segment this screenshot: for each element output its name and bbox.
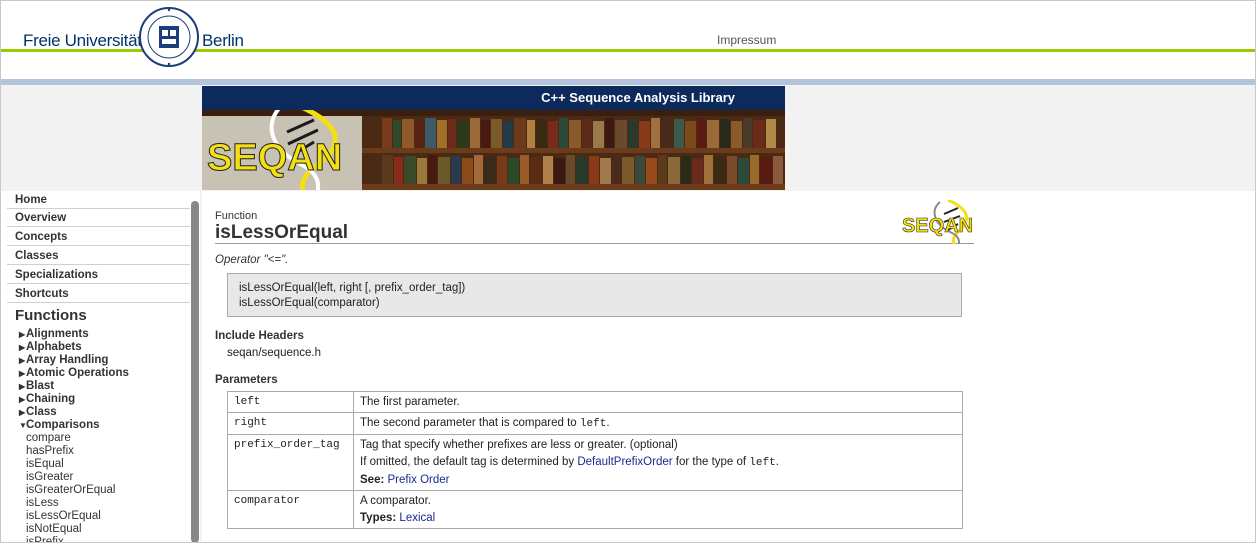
defaultprefixorder-link[interactable]: DefaultPrefixOrder (577, 456, 672, 468)
category-alphabets[interactable]: ▶Alphabets (19, 341, 82, 354)
functions-heading: Functions (15, 307, 87, 324)
category-class[interactable]: ▶Class (19, 406, 57, 419)
function-link-isprefix[interactable]: isPrefix (26, 536, 64, 542)
table-row: prefix_order_tag Tag that specify whethe… (227, 434, 963, 491)
parameters-table: left The first parameter. right The seco… (227, 391, 963, 529)
nav-classes[interactable]: Classes (7, 247, 190, 265)
table-row: comparator A comparator. Types: Lexical (227, 490, 963, 529)
code-reference: left (579, 418, 607, 430)
banner-title-bar: C++ Sequence Analysis Library (202, 86, 785, 110)
parameters-heading: Parameters (215, 374, 278, 386)
function-link-isnotequal[interactable]: isNotEqual (26, 523, 82, 536)
function-link-islessorequal[interactable]: isLessOrEqual (26, 510, 101, 523)
nav-concepts[interactable]: Concepts (7, 228, 190, 246)
triangle-right-icon: ▶ (19, 395, 26, 404)
triangle-right-icon: ▶ (19, 330, 26, 339)
triangle-right-icon: ▶ (19, 369, 26, 378)
triangle-right-icon: ▶ (19, 382, 26, 391)
entry-kind: Function (215, 210, 258, 222)
param-name: comparator (227, 490, 354, 529)
page-title: isLessOrEqual (215, 222, 349, 243)
category-chaining[interactable]: ▶Chaining (19, 393, 75, 406)
param-description: A comparator. Types: Lexical (353, 490, 963, 529)
triangle-right-icon: ▶ (19, 356, 26, 365)
function-link-isequal[interactable]: isEqual (26, 458, 64, 471)
browser-page: Freie Universität Berlin Impressum C++ S… (0, 0, 1256, 543)
banner-title: C++ Sequence Analysis Library (541, 90, 735, 105)
param-description: The first parameter. (353, 391, 963, 413)
param-description: The second parameter that is compared to… (353, 412, 963, 435)
code-reference: left (749, 457, 776, 469)
prefix-order-link[interactable]: Prefix Order (388, 474, 450, 486)
category-array-handling[interactable]: ▶Array Handling (19, 354, 108, 367)
param-name: left (227, 391, 354, 413)
nav-home[interactable]: Home (7, 191, 190, 209)
category-comparisons[interactable]: ▼Comparisons (19, 419, 100, 432)
function-link-isgreater[interactable]: isGreater (26, 471, 73, 484)
signature-line: isLessOrEqual(comparator) (239, 297, 380, 309)
param-description: Tag that specify whether prefixes are le… (353, 434, 963, 491)
include-headers-heading: Include Headers (215, 330, 304, 342)
lexical-link[interactable]: Lexical (399, 512, 435, 524)
param-name: right (227, 412, 354, 435)
seqan-banner-image: SEQAN (202, 110, 785, 190)
category-blast[interactable]: ▶Blast (19, 380, 54, 393)
param-name: prefix_order_tag (227, 434, 354, 491)
function-link-hasprefix[interactable]: hasPrefix (26, 445, 74, 458)
function-link-isless[interactable]: isLess (26, 497, 59, 510)
category-alignments[interactable]: ▶Alignments (19, 328, 89, 341)
svg-text:SEQAN: SEQAN (902, 215, 973, 237)
title-divider (215, 243, 974, 244)
function-summary: Operator "<=". (215, 254, 289, 266)
triangle-right-icon: ▶ (19, 408, 26, 417)
category-atomic-operations[interactable]: ▶Atomic Operations (19, 367, 129, 380)
nav-overview[interactable]: Overview (7, 209, 190, 227)
university-name-right: Berlin (202, 31, 244, 50)
nav-specializations[interactable]: Specializations (7, 266, 190, 284)
signature-box: isLessOrEqual(left, right [, prefix_orde… (227, 273, 962, 317)
sidebar-scrollbar[interactable] (191, 201, 199, 542)
function-link-compare[interactable]: compare (26, 432, 71, 445)
function-link-isgreaterorequal[interactable]: isGreaterOrEqual (26, 484, 115, 497)
university-seal-icon[interactable] (139, 6, 199, 68)
svg-text:SEQAN: SEQAN (207, 137, 342, 179)
nav-shortcuts[interactable]: Shortcuts (7, 285, 190, 303)
triangle-down-icon: ▼ (19, 421, 27, 430)
seqan-logo-icon[interactable]: SEQAN (900, 200, 974, 244)
table-row: left The first parameter. (227, 391, 963, 413)
university-name-left: Freie Universität (23, 31, 142, 50)
table-row: right The second parameter that is compa… (227, 412, 963, 435)
library-bookshelf-image: SEQAN (202, 110, 785, 190)
triangle-right-icon: ▶ (19, 343, 26, 352)
include-file: seqan/sequence.h (227, 347, 321, 359)
signature-line: isLessOrEqual(left, right [, prefix_orde… (239, 282, 466, 294)
impressum-link[interactable]: Impressum (717, 33, 776, 47)
